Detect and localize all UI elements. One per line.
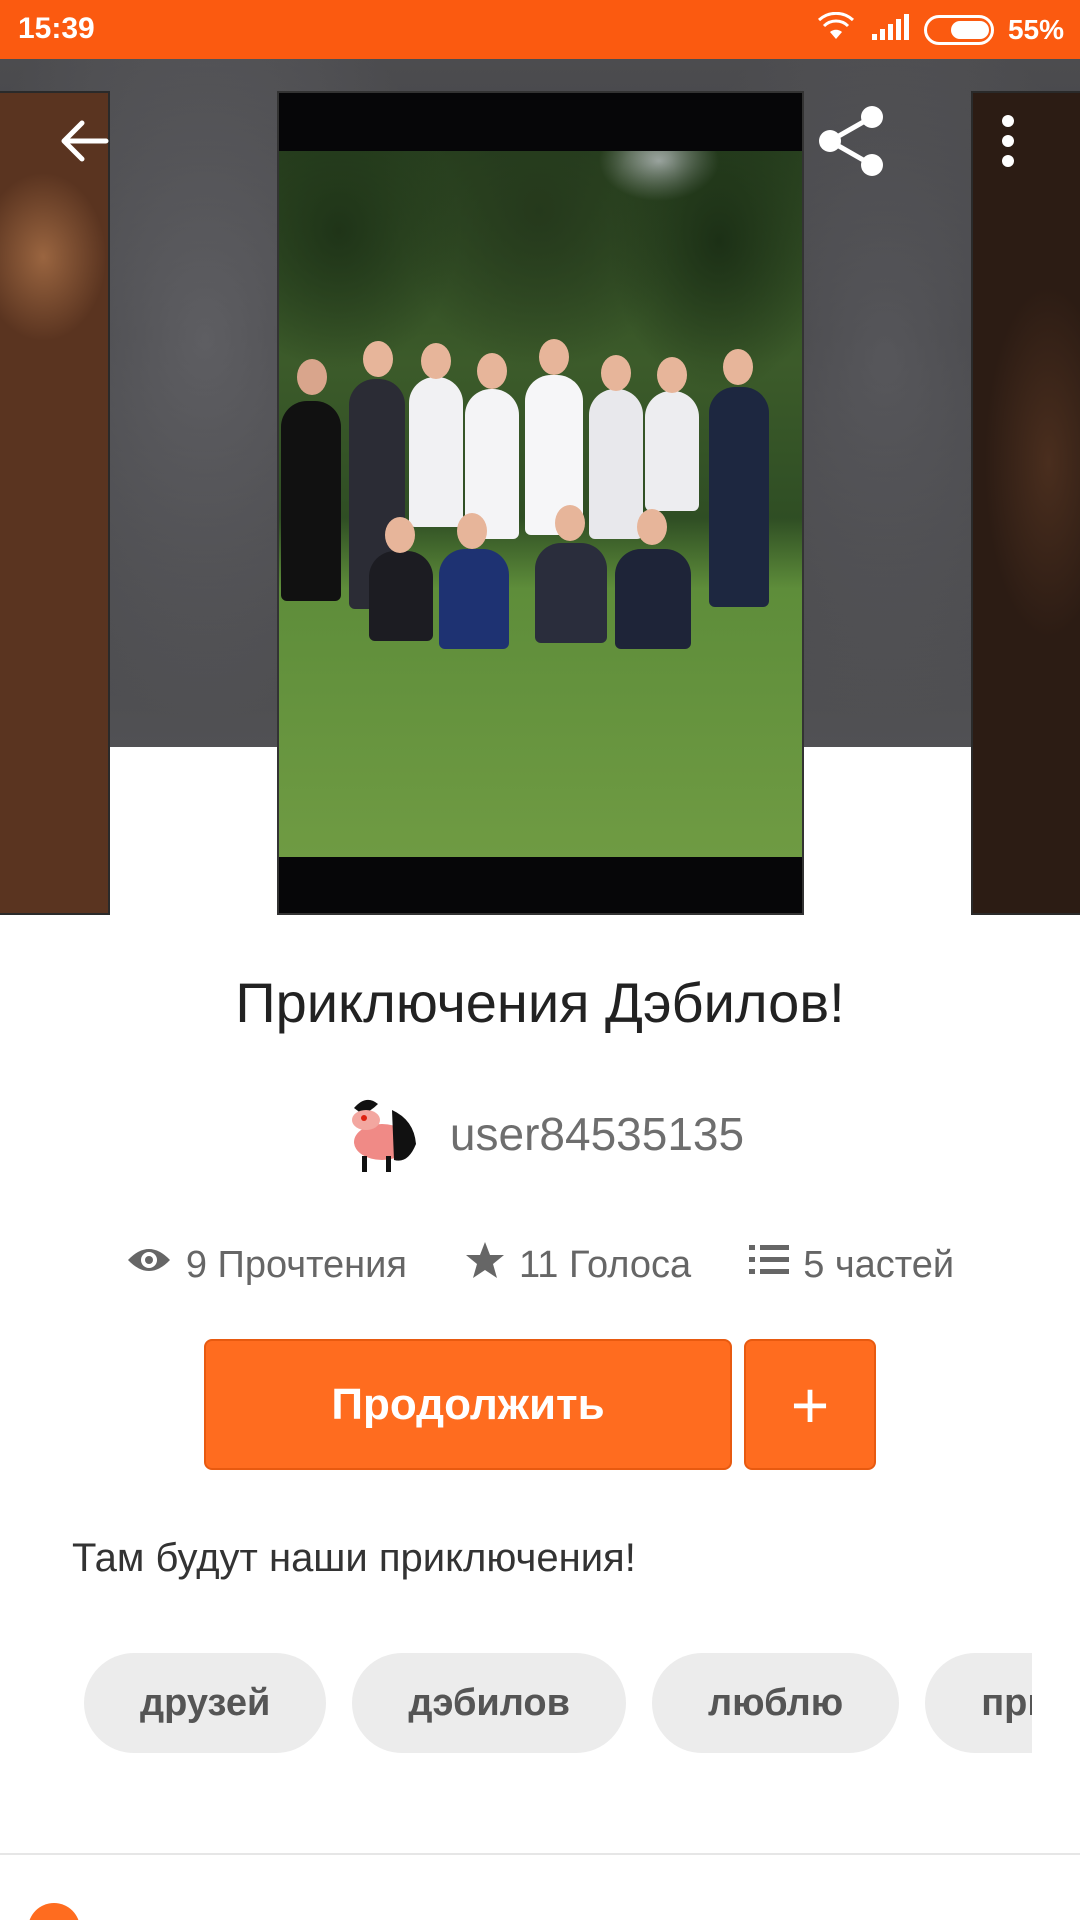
cover-carousel[interactable] xyxy=(0,59,1080,915)
previous-cover[interactable] xyxy=(0,91,110,915)
share-icon xyxy=(814,103,890,184)
share-button[interactable] xyxy=(804,95,900,191)
author-row[interactable]: user84535135 xyxy=(0,1090,1080,1178)
tag-chip[interactable]: дэбилов xyxy=(352,1653,627,1753)
status-bar: 15:39 55% xyxy=(0,0,1080,59)
wifi-icon xyxy=(816,11,856,47)
add-to-library-button[interactable]: + xyxy=(744,1339,876,1470)
story-cover[interactable] xyxy=(277,91,804,915)
battery-icon xyxy=(923,14,994,45)
battery-percent: 55% xyxy=(1007,13,1064,45)
story-stats: 9 Прочтения 11 Голоса 5 частей xyxy=(0,1240,1080,1290)
more-vertical-icon xyxy=(998,113,1018,174)
votes-stat: 11 Голоса xyxy=(465,1240,691,1290)
next-cover[interactable] xyxy=(971,91,1080,915)
status-icons: 55% xyxy=(816,11,1064,47)
parts-count: 5 частей xyxy=(803,1243,955,1286)
parts-stat: 5 частей xyxy=(749,1240,954,1290)
continue-reading-button[interactable]: Продолжить xyxy=(204,1339,732,1470)
reads-stat: 9 Прочтения xyxy=(126,1240,407,1290)
reads-count: 9 Прочтения xyxy=(185,1243,407,1286)
back-button[interactable] xyxy=(36,95,132,191)
tag-chip[interactable]: приключения xyxy=(925,1653,1032,1753)
list-icon xyxy=(749,1242,790,1288)
story-description: Там будут наши приключения! xyxy=(72,1536,636,1580)
author-name[interactable]: user84535135 xyxy=(450,1107,744,1161)
tag-chip[interactable]: люблю xyxy=(652,1653,900,1753)
star-icon xyxy=(465,1240,505,1290)
story-title: Приключения Дэбилов! xyxy=(235,971,845,1034)
eye-icon xyxy=(126,1242,172,1288)
cover-image xyxy=(279,151,802,857)
tag-list[interactable]: друзей дэбилов люблю приключения xyxy=(84,1653,1032,1755)
back-arrow-icon xyxy=(56,113,112,174)
orange-indicator-icon xyxy=(28,1903,80,1920)
signal-icon xyxy=(870,12,910,47)
author-avatar[interactable] xyxy=(335,1090,424,1178)
status-time: 15:39 xyxy=(18,12,95,45)
votes-count: 11 Голоса xyxy=(518,1243,692,1286)
more-options-button[interactable] xyxy=(960,95,1056,191)
tag-chip[interactable]: друзей xyxy=(84,1653,327,1753)
section-divider xyxy=(0,1853,1080,1855)
